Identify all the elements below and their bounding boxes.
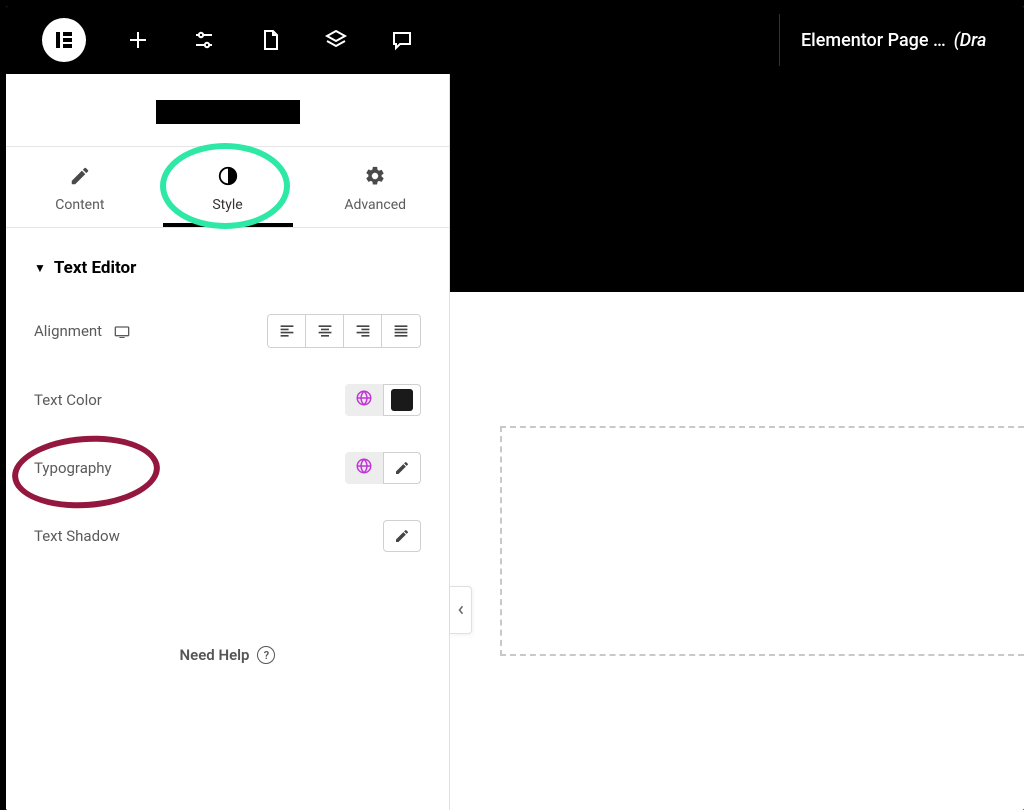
tab-advanced[interactable]: Advanced: [301, 147, 449, 227]
align-left-button[interactable]: [268, 315, 306, 347]
globe-icon: [355, 457, 373, 479]
alignment-group: [267, 314, 421, 348]
help-icon: ?: [257, 646, 275, 664]
add-element-button[interactable]: [126, 28, 150, 52]
control-label: Text Shadow: [34, 527, 120, 545]
drop-area[interactable]: [500, 426, 1024, 656]
tab-label: Advanced: [344, 197, 406, 213]
notes-button[interactable]: [390, 28, 414, 52]
tabs: Content Style Advanced: [6, 146, 449, 228]
gear-icon: [364, 165, 386, 187]
editor-sidebar: Content Style Advanced: [6, 74, 450, 810]
typography-row: Typography: [6, 434, 449, 502]
color-swatch-button[interactable]: [383, 384, 421, 416]
contrast-icon: [217, 165, 239, 187]
structure-button[interactable]: [324, 28, 348, 52]
global-color-button[interactable]: [345, 384, 383, 416]
page-title-area[interactable]: Elementor Page … (Dra: [801, 30, 986, 51]
site-settings-button[interactable]: [192, 28, 216, 52]
control-label: Typography: [34, 459, 112, 477]
pencil-icon: [69, 165, 91, 187]
control-label: Alignment: [34, 322, 102, 340]
text-shadow-row: Text Shadow: [6, 502, 449, 570]
tab-style[interactable]: Style: [154, 147, 302, 227]
caret-down-icon: ▼: [34, 261, 46, 275]
text-shadow-edit-button[interactable]: [383, 520, 421, 552]
alignment-row: Alignment: [6, 296, 449, 366]
tab-label: Style: [212, 197, 242, 213]
widget-title-redacted: [156, 100, 300, 124]
need-help-label: Need Help: [180, 646, 250, 664]
page-status: (Dra: [954, 30, 987, 51]
global-typography-button[interactable]: [345, 452, 383, 484]
text-color-row: Text Color: [6, 366, 449, 434]
page-title: Elementor Page …: [801, 30, 946, 51]
globe-icon: [355, 389, 373, 411]
panel-collapse-button[interactable]: [450, 586, 472, 634]
align-center-button[interactable]: [306, 315, 344, 347]
align-justify-button[interactable]: [382, 315, 420, 347]
color-swatch: [391, 389, 413, 411]
sidebar-header: [6, 74, 449, 146]
need-help-link[interactable]: Need Help ?: [6, 610, 449, 684]
top-bar: Elementor Page … (Dra: [6, 6, 1024, 74]
tab-content[interactable]: Content: [6, 147, 154, 227]
tab-label: Content: [55, 197, 104, 213]
responsive-icon[interactable]: [114, 324, 130, 338]
control-label: Text Color: [34, 391, 102, 409]
elementor-logo[interactable]: [42, 18, 86, 62]
section-header[interactable]: ▼ Text Editor: [6, 228, 449, 296]
typography-edit-button[interactable]: [383, 452, 421, 484]
align-right-button[interactable]: [344, 315, 382, 347]
document-button[interactable]: [258, 28, 282, 52]
topbar-divider: [779, 14, 780, 66]
section-title: Text Editor: [54, 258, 136, 278]
